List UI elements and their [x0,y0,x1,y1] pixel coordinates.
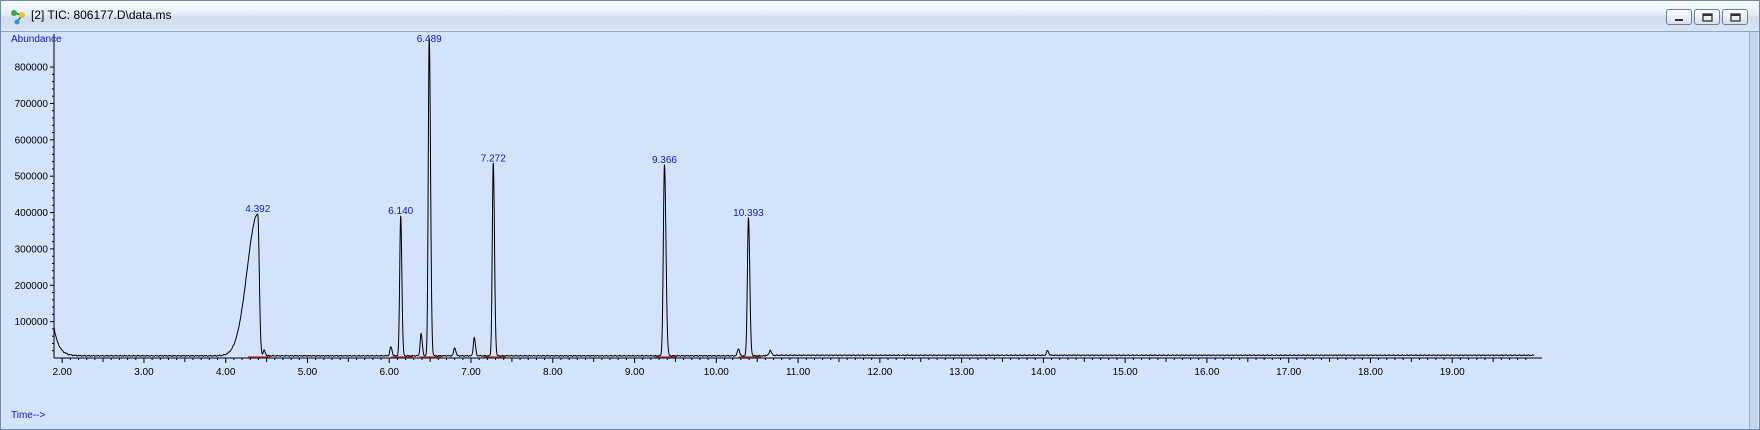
x-tick-label: 13.00 [949,367,974,378]
peak-label: 7.272 [481,153,506,164]
peak-label: 4.392 [245,204,270,215]
y-tick-label: 400000 [15,208,49,219]
x-tick-label: 14.00 [1031,367,1056,378]
peak-label: 6.489 [417,34,442,45]
y-axis-label: Abundance [11,34,62,45]
x-tick-label: 4.00 [216,367,236,378]
window-title: [2] TIC: 806177.D\data.ms [31,8,172,22]
y-tick-label: 300000 [15,244,49,255]
x-tick-label: 19.00 [1440,367,1465,378]
x-tick-label: 3.00 [134,367,154,378]
y-tick-label: 800000 [15,63,49,74]
restore-icon [1702,13,1713,22]
x-tick-label: 8.00 [543,367,563,378]
x-tick-label: 6.00 [380,367,400,378]
x-tick-label: 18.00 [1358,367,1383,378]
x-tick-label: 2.00 [52,367,72,378]
minimize-icon [1675,19,1683,21]
peak-label: 10.393 [733,208,764,219]
peak-label: 6.140 [388,206,413,217]
close-button[interactable] [1722,9,1748,25]
x-tick-label: 9.00 [625,367,645,378]
title-bar[interactable]: [2] TIC: 806177.D\data.ms [1,1,1759,32]
y-tick-label: 600000 [15,135,49,146]
x-tick-label: 10.00 [704,367,729,378]
chromatogram-window: [2] TIC: 806177.D\data.ms 100000 200000 30… [0,0,1760,430]
y-tick-label: 200000 [15,281,49,292]
close-icon [1730,13,1741,22]
tic-trace [53,38,1535,357]
x-tick-label: 7.00 [461,367,481,378]
x-axis-label: Time--> [11,410,46,421]
x-tick-label: 12.00 [867,367,892,378]
right-edge-bar [1749,32,1758,429]
peak-label: 9.366 [652,155,677,166]
y-tick-label: 700000 [15,99,49,110]
y-tick-label: 100000 [15,317,49,328]
chemstation-molecule-icon [11,10,25,25]
x-tick-label: 17.00 [1276,367,1301,378]
minimize-button[interactable] [1666,9,1692,25]
x-tick-label: 5.00 [298,367,318,378]
y-tick-label: 500000 [15,172,49,183]
x-tick-label: 11.00 [786,367,811,378]
x-tick-label: 16.00 [1194,367,1219,378]
plot-area[interactable]: 100000 200000 300000 400000 500000 600000 7000… [2,32,1758,429]
chromatogram-chart[interactable]: 100000 200000 300000 400000 500000 600000 7000… [2,32,1750,429]
x-tick-label: 15.00 [1113,367,1138,378]
restore-button[interactable] [1694,9,1720,25]
